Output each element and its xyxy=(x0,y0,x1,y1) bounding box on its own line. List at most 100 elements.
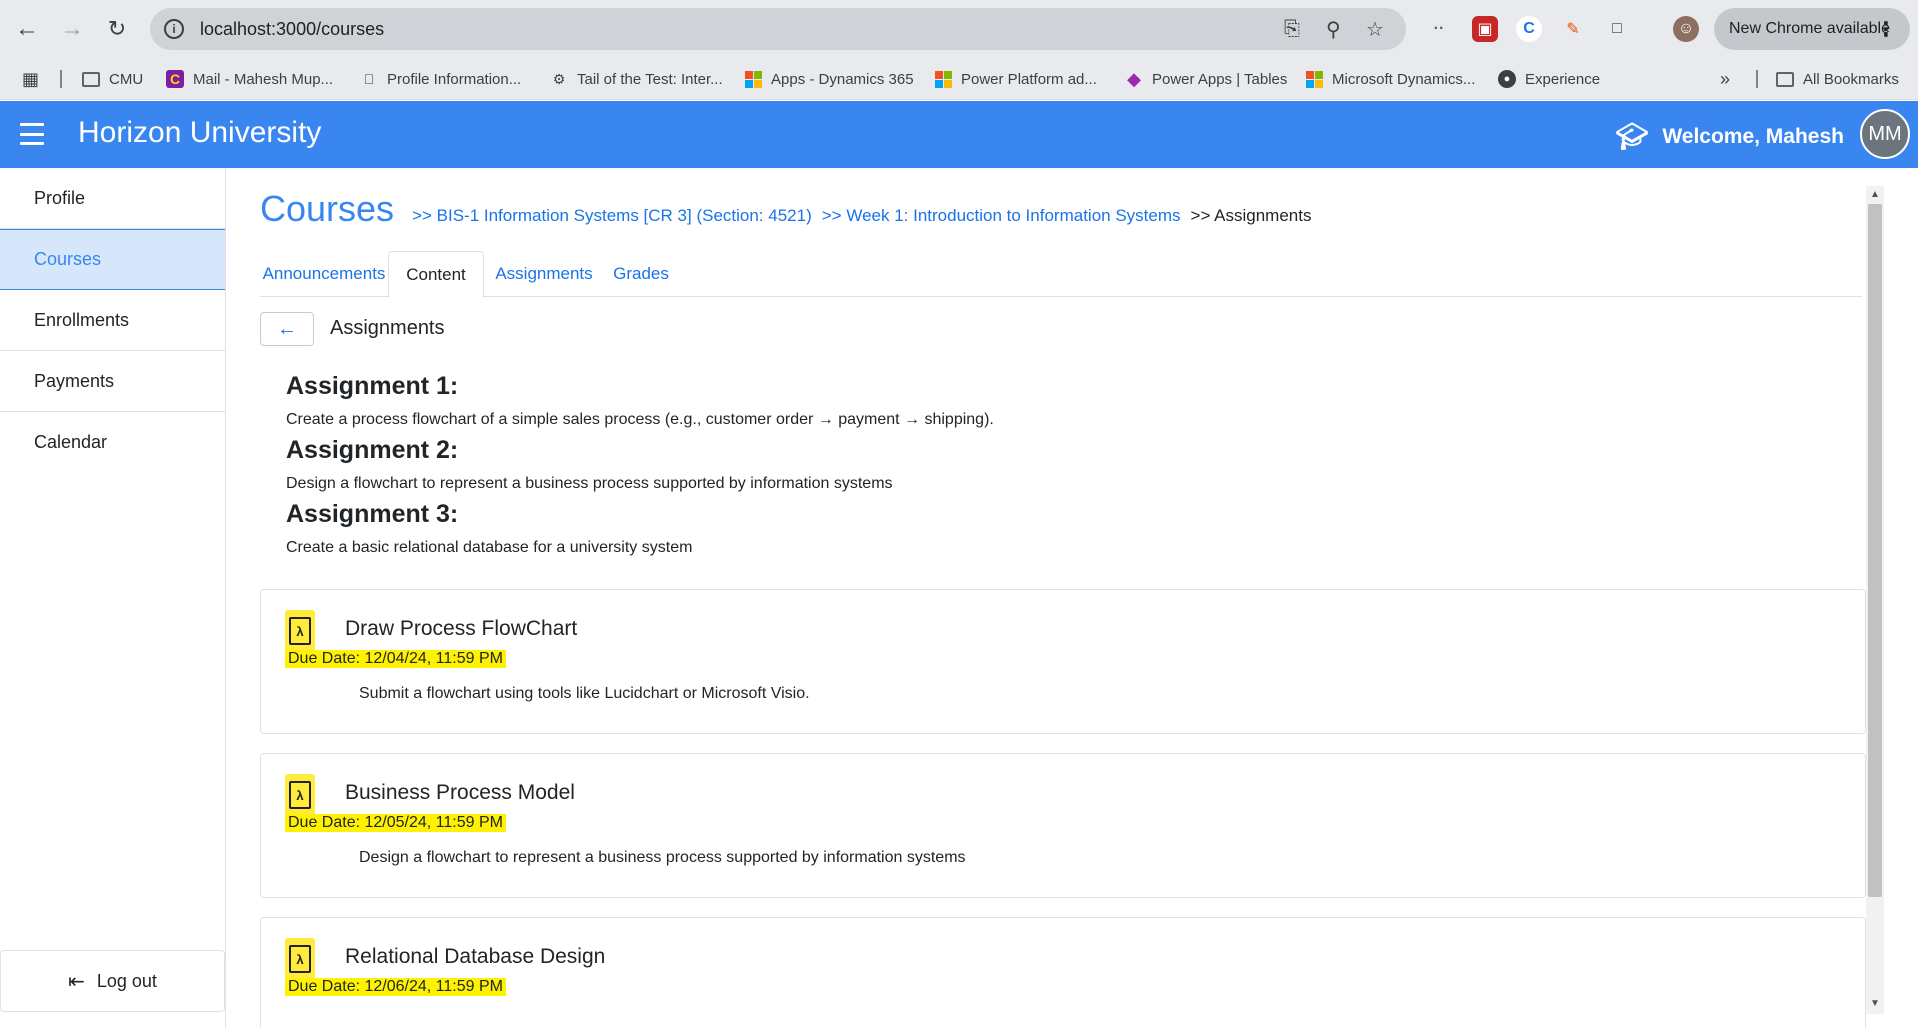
graduation-cap-icon: 🎓︎ xyxy=(1615,121,1649,151)
user-avatar[interactable]: MM xyxy=(1860,109,1910,159)
bookmark-all-bookmarks[interactable]: All Bookmarks xyxy=(1776,58,1899,100)
bookmark-separator xyxy=(1756,70,1758,88)
bookmark-label: Mail - Mahesh Mup... xyxy=(193,70,334,88)
bookmark-label: Apps - Dynamics 365 xyxy=(771,70,914,88)
folder-icon xyxy=(1776,70,1794,88)
bookmark-cmu[interactable]: CMU xyxy=(82,58,143,100)
microsoft-logo-icon xyxy=(744,70,762,88)
chrome-menu-icon[interactable]: ⋮ xyxy=(1876,17,1896,42)
assignment-description: Design a flowchart to represent a busine… xyxy=(286,475,893,492)
bookmark-microsoft-dynamics[interactable]: Microsoft Dynamics... xyxy=(1305,58,1475,100)
sidebar-item-calendar[interactable]: Calendar xyxy=(0,412,225,473)
tab-content[interactable]: Content xyxy=(388,251,484,298)
extension-color-picker-icon[interactable]: ✎ xyxy=(1560,16,1586,42)
reload-icon[interactable]: ↻ xyxy=(100,12,134,46)
extensions-puzzle-icon[interactable]: □ xyxy=(1604,16,1630,42)
bookmark-star-icon[interactable]: ☆ xyxy=(1366,8,1384,50)
brand-title[interactable]: Horizon University xyxy=(78,116,321,150)
extension-c-icon[interactable]: C xyxy=(1516,16,1542,42)
mail-app-icon: C xyxy=(166,70,184,88)
bookmark-separator xyxy=(60,70,62,88)
bookmark-label: CMU xyxy=(109,70,144,88)
bookmark-label: Tail of the Test: Inter... xyxy=(577,70,723,88)
card-description: Submit a flowchart using tools like Luci… xyxy=(359,685,810,702)
power-apps-icon: ◆ xyxy=(1127,68,1141,89)
more-bookmarks-chevron-icon[interactable]: » xyxy=(1720,58,1730,100)
globe-icon: ● xyxy=(1498,70,1516,88)
bookmark-label: Profile Information... xyxy=(387,70,522,88)
back-arrow-icon[interactable]: ← xyxy=(10,12,44,46)
content-scrollbar[interactable]: ▲ ▼ xyxy=(1866,186,1884,1014)
apple-icon:  xyxy=(360,70,378,88)
assignment-description: Create a basic relational database for a… xyxy=(286,539,693,556)
extension-red-icon[interactable]: ▣ xyxy=(1472,16,1498,42)
microsoft-logo-icon xyxy=(934,70,952,88)
folder-icon xyxy=(82,70,100,88)
assignment-description: Create a process flowchart of a simple s… xyxy=(286,411,994,428)
test-site-icon: ⚙ xyxy=(552,70,566,87)
assignment-card[interactable]: λ Business Process Model Due Date: 12/05… xyxy=(260,753,1866,898)
logout-button[interactable]: ⇤ Log out xyxy=(0,950,225,1012)
sidebar-item-enrollments[interactable]: Enrollments xyxy=(0,290,225,351)
logout-icon: ⇤ xyxy=(68,970,85,993)
welcome-message: 🎓︎ Welcome, Mahesh xyxy=(1615,121,1844,152)
site-info-icon[interactable]: i xyxy=(164,19,184,39)
tab-assignments[interactable]: Assignments xyxy=(486,251,602,297)
url-text[interactable]: localhost:3000/courses xyxy=(200,19,384,40)
zoom-icon[interactable]: ⚲ xyxy=(1326,8,1341,50)
assignment-heading: Assignment 1: xyxy=(286,372,459,400)
browser-toolbar: ← → ↻ i localhost:3000/courses ⎘ ⚲ ☆ ·· … xyxy=(0,0,1918,58)
breadcrumb: Courses >> BIS-1 Information Systems [CR… xyxy=(260,188,1311,230)
bookmark-profile-info[interactable]:  Profile Information... xyxy=(360,58,521,100)
apps-grid-icon[interactable]: ▦ xyxy=(22,58,39,100)
tab-announcements[interactable]: Announcements xyxy=(260,251,388,297)
card-description: Design a flowchart to represent a busine… xyxy=(359,849,966,866)
sidebar-item-profile[interactable]: Profile xyxy=(0,168,225,229)
breadcrumb-week-link[interactable]: >> Week 1: Introduction to Information S… xyxy=(822,206,1181,226)
bookmark-power-platform[interactable]: Power Platform ad... xyxy=(934,58,1097,100)
pdf-icon[interactable]: λ xyxy=(285,938,315,980)
scroll-up-icon[interactable]: ▲ xyxy=(1869,189,1881,201)
forward-arrow-icon[interactable]: → xyxy=(55,12,89,46)
due-date: Due Date: 12/06/24, 11:59 PM xyxy=(285,978,506,996)
assignment-card[interactable]: λ Relational Database Design Due Date: 1… xyxy=(260,917,1866,1028)
new-chrome-available-button[interactable]: New Chrome available ⋮ xyxy=(1714,8,1910,50)
back-button[interactable]: ← xyxy=(260,312,314,346)
bookmark-mail[interactable]: C Mail - Mahesh Mup... xyxy=(166,58,333,100)
address-bar[interactable]: i localhost:3000/courses ⎘ ⚲ ☆ xyxy=(150,8,1406,50)
pdf-icon[interactable]: λ xyxy=(285,610,315,652)
due-date: Due Date: 12/04/24, 11:59 PM xyxy=(285,650,506,668)
section-title: Assignments xyxy=(330,317,445,339)
app-header: Horizon University 🎓︎ Welcome, Mahesh MM xyxy=(0,101,1918,168)
bookmark-experience[interactable]: ● Experience xyxy=(1498,58,1600,100)
bookmark-power-apps-tables[interactable]: ◆ Power Apps | Tables xyxy=(1125,58,1287,100)
course-tabs: Announcements Content Assignments Grades xyxy=(260,251,1862,298)
page-title: Courses xyxy=(260,188,395,229)
assignment-heading: Assignment 2: xyxy=(286,436,459,464)
sidebar-item-courses[interactable]: Courses xyxy=(0,229,225,290)
pdf-icon[interactable]: λ xyxy=(285,774,315,816)
main-content: Courses >> BIS-1 Information Systems [CR… xyxy=(226,168,1918,1028)
back-arrow-icon: ← xyxy=(277,317,297,340)
card-title[interactable]: Draw Process FlowChart xyxy=(345,617,577,641)
assignment-card[interactable]: λ Draw Process FlowChart Due Date: 12/04… xyxy=(260,589,1866,734)
bookmark-dynamics-apps[interactable]: Apps - Dynamics 365 xyxy=(744,58,914,100)
microsoft-logo-icon xyxy=(1305,70,1323,88)
install-app-icon[interactable]: ⎘ xyxy=(1284,8,1300,50)
extension-dots-icon[interactable]: ·· xyxy=(1426,16,1452,42)
card-title[interactable]: Relational Database Design xyxy=(345,945,605,969)
tab-grades[interactable]: Grades xyxy=(602,251,680,297)
scroll-down-icon[interactable]: ▼ xyxy=(1869,998,1881,1010)
sidebar-item-payments[interactable]: Payments xyxy=(0,351,225,412)
logout-label: Log out xyxy=(96,970,157,991)
breadcrumb-course-link[interactable]: >> BIS-1 Information Systems [CR 3] (Sec… xyxy=(412,206,812,226)
card-title[interactable]: Business Process Model xyxy=(345,781,575,805)
new-chrome-label: New Chrome available xyxy=(1729,20,1890,37)
hamburger-menu-icon[interactable] xyxy=(20,123,44,145)
bookmark-tail-of-test[interactable]: ⚙ Tail of the Test: Inter... xyxy=(550,58,723,100)
bookmark-label: Experience xyxy=(1525,70,1601,88)
scroll-thumb[interactable] xyxy=(1868,204,1882,897)
bookmark-label: Power Platform ad... xyxy=(961,70,1097,88)
due-date: Due Date: 12/05/24, 11:59 PM xyxy=(285,814,506,832)
profile-avatar-icon[interactable]: ☺ xyxy=(1673,16,1699,42)
